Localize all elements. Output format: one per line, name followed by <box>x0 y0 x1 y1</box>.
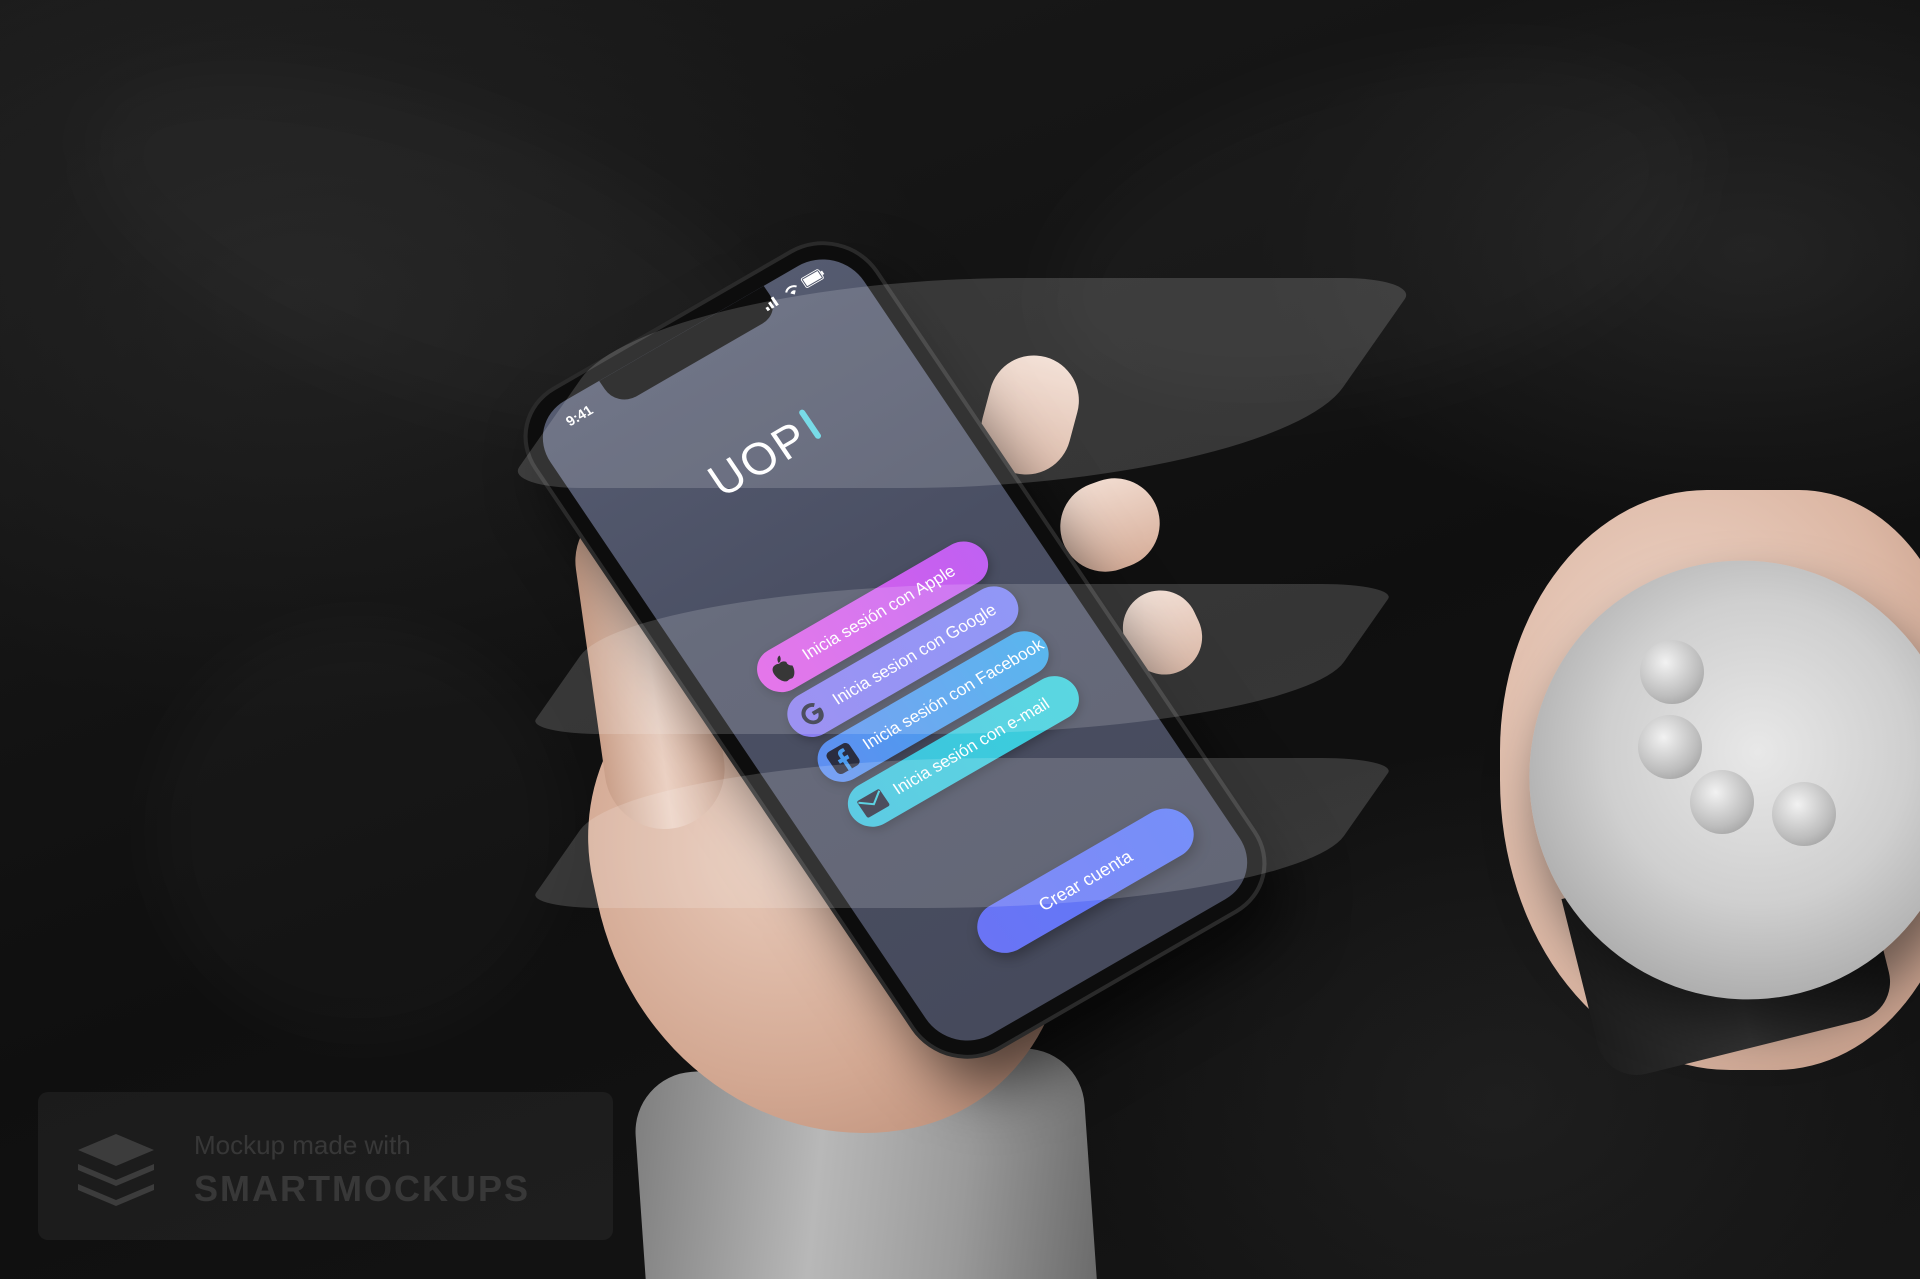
lid-bump <box>1638 715 1702 779</box>
battery-icon <box>800 269 825 288</box>
lid-bump <box>1640 640 1704 704</box>
lid-bump <box>1690 770 1754 834</box>
background-fold <box>150 620 570 1040</box>
photo-scene: 9:41 UOP Inicia sesión con Apple Inicia … <box>0 0 1920 1279</box>
watermark-brand: SMARTMOCKUPS <box>194 1168 530 1209</box>
watermark-caption: Mockup made with <box>194 1130 411 1160</box>
smartmockups-watermark: Mockup made with SMARTMOCKUPS <box>38 1092 613 1240</box>
lid-bump <box>1772 782 1836 846</box>
layers-icon <box>78 1134 154 1206</box>
